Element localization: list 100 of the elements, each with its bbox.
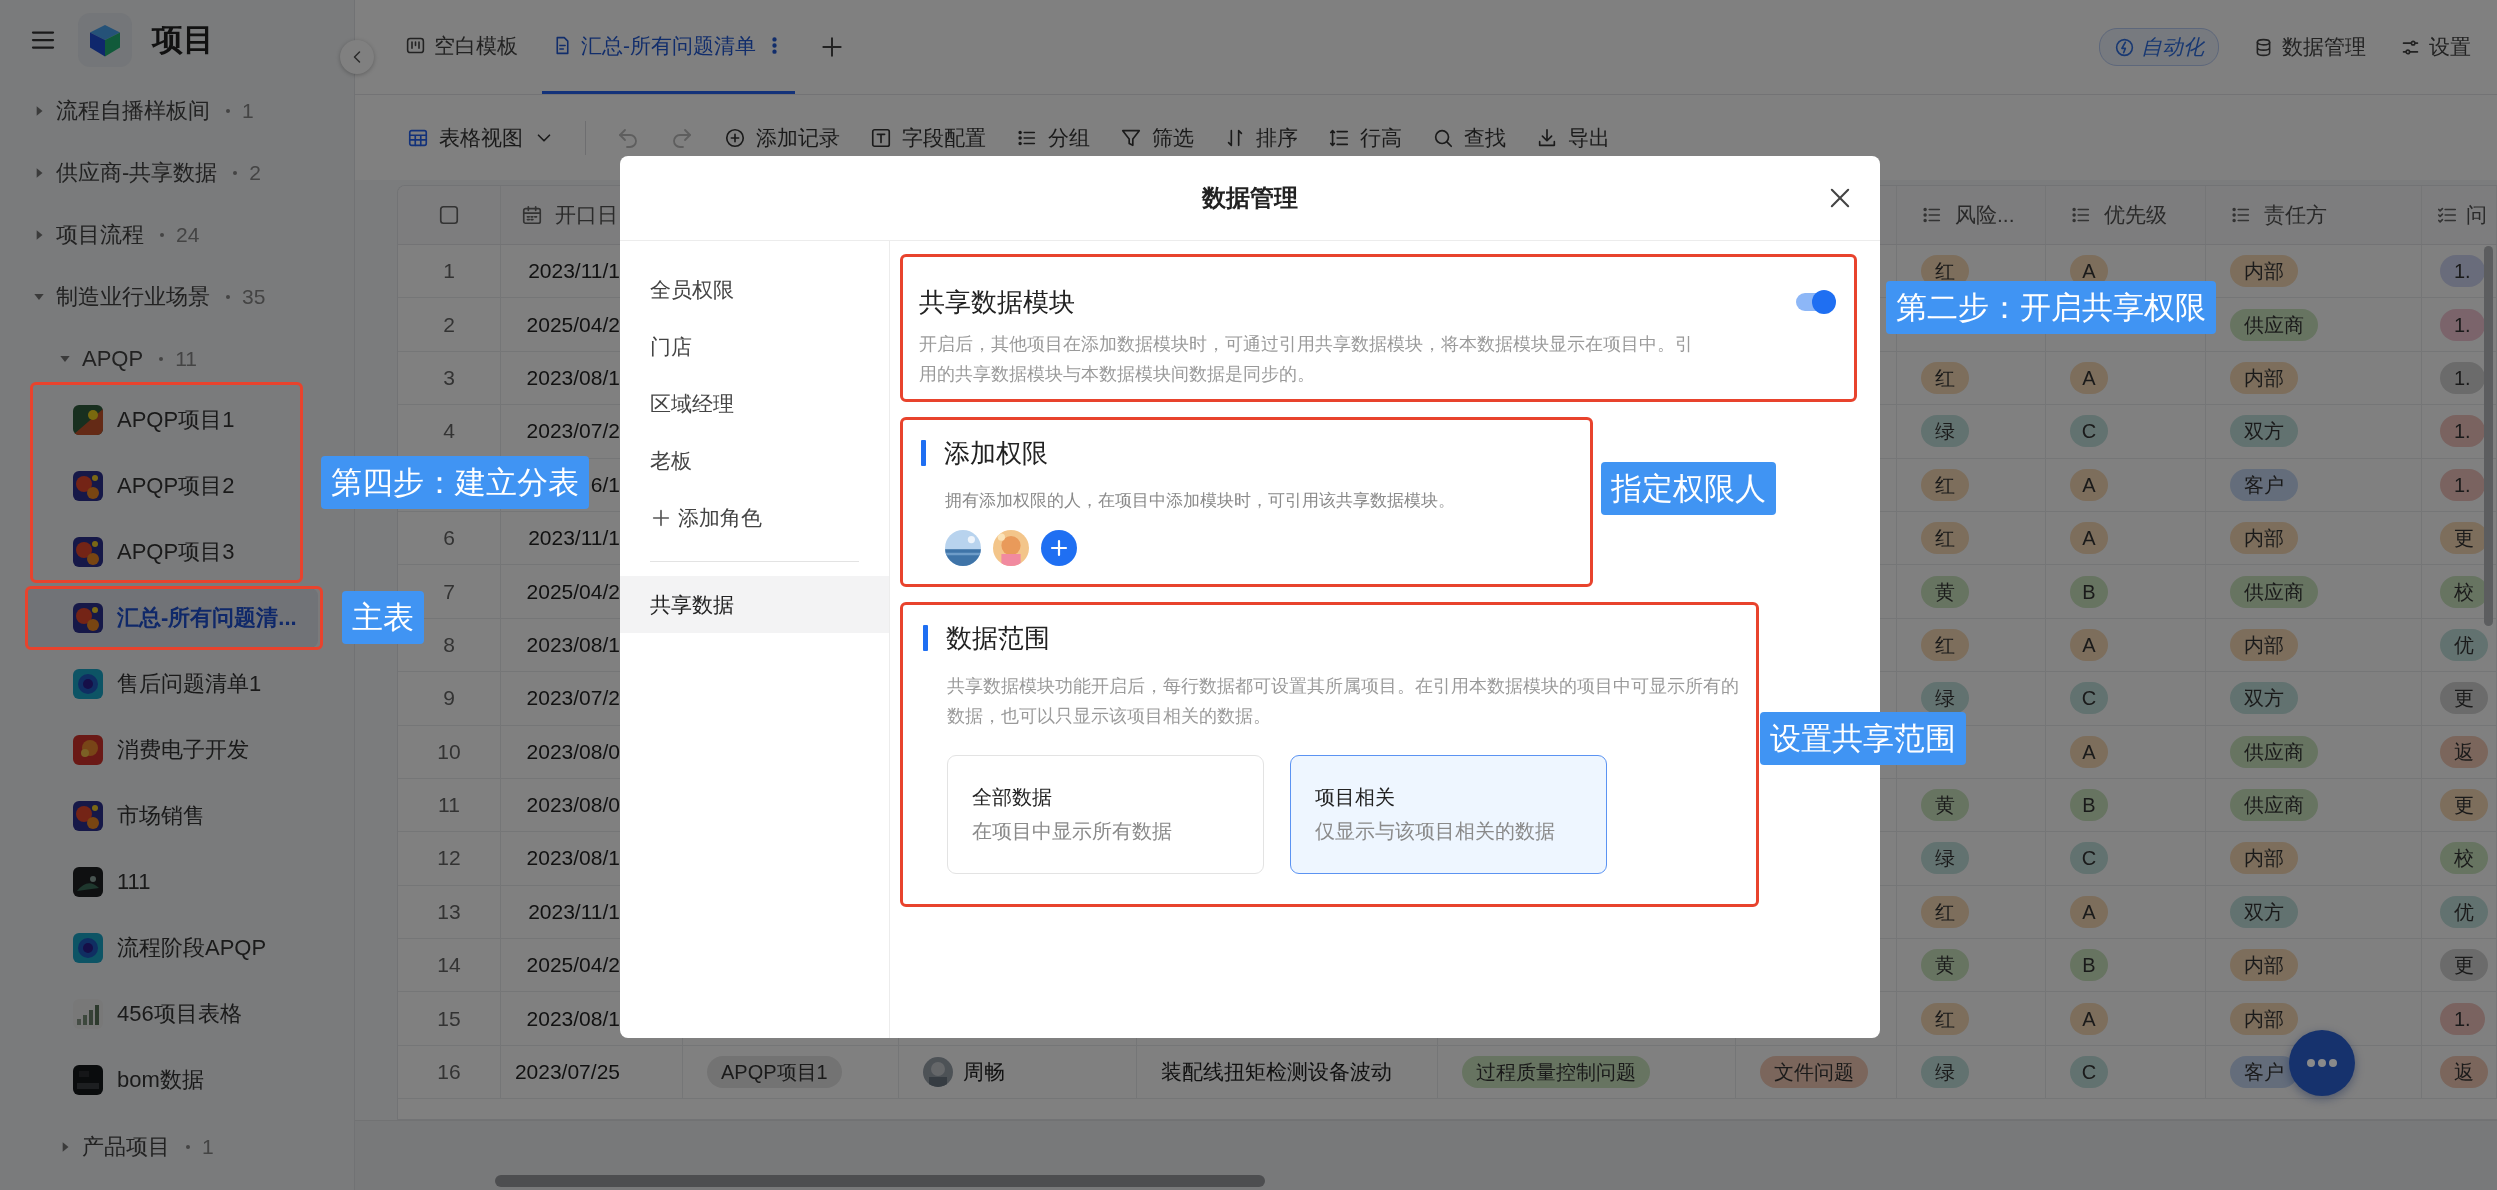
column-header[interactable]: 开口日 [555,201,618,229]
settings-button[interactable]: 设置 [2400,33,2471,61]
option-title: 全部数据 [972,785,1053,810]
priority-tag: C [2070,1056,2108,1089]
sidebar-item[interactable]: bom数据 [25,1050,318,1110]
priority-tag: A [2070,1002,2108,1035]
automation-button[interactable]: 自动化 [2099,28,2219,66]
risk-tag: 红 [1921,361,1969,394]
export-button[interactable]: 导出 [1536,123,1610,152]
folder-label[interactable]: 供应商-共享数据 [56,158,218,188]
option-card[interactable]: 全部数据 在项目中显示所有数据 [947,755,1264,874]
risk-tag: 黄 [1921,789,1969,822]
tab-label: 汇总-所有问题清单 [581,32,756,59]
sidebar-item[interactable]: APQP项目3 [25,522,318,582]
checkbox[interactable] [438,204,460,226]
sidebar-item[interactable]: 市场销售 [25,786,318,846]
owner-tag: 双方 [2230,895,2298,928]
text-box-icon [870,126,892,149]
column-header[interactable]: 责任方 [2264,201,2327,229]
risk-tag: 红 [1921,628,1969,661]
owner-tag: 内部 [2230,842,2298,875]
view-switcher[interactable]: 表格视图 [407,123,555,152]
search-button[interactable]: 查找 [1432,123,1506,152]
column-header[interactable]: 问 [2466,201,2487,229]
folder-label[interactable]: 项目流程 [56,220,144,250]
more-icon [2304,1056,2340,1070]
add-record-button[interactable]: 添加记录 [724,123,840,152]
scrollbar-thumb[interactable] [2484,246,2493,626]
issue-tag: 校 [2440,842,2488,875]
folder-label[interactable]: 制造业行业场景 [56,282,210,312]
owner-tag: 内部 [2230,1002,2298,1035]
tab[interactable]: 空白模板 [395,0,528,94]
issue-tag: 优 [2440,628,2488,661]
priority-tag: A [2070,895,2108,928]
row-number: 10 [437,739,461,764]
owner-tag: 供应商 [2230,575,2318,608]
bullet-icon [231,169,240,177]
row-number: 13 [437,899,461,924]
row-number: 11 [438,793,460,818]
folder-label[interactable]: 流程自播样板间 [56,96,210,126]
risk-tag: 绿 [1921,842,1969,875]
folder-label[interactable]: APQP [82,346,144,372]
sidebar-item[interactable]: 456项目表格 [25,984,318,1044]
add-member-button[interactable] [1041,530,1077,566]
column-header[interactable]: 风险... [1955,201,2015,229]
issue-tag: 1. [2440,308,2485,341]
issue-tag: 更 [2440,682,2488,715]
sidebar-item[interactable]: 售后问题清单1 [25,654,318,714]
section-description: 拥有添加权限的人，在项目中添加模块时，可引用该共享数据模块。 [945,490,1456,512]
sort-button[interactable]: 排序 [1224,123,1298,152]
calendar-icon [521,204,543,226]
project-tag: APQP项目1 [707,1056,842,1089]
priority-tag: A [2070,468,2108,501]
row-height-button[interactable]: 行高 [1328,123,1402,152]
column-header[interactable]: 优先级 [2104,201,2167,229]
risk-tag: 红 [1921,468,1969,501]
owner-tag: 内部 [2230,628,2298,661]
data-management-button[interactable]: 数据管理 [2253,33,2366,61]
row-number: 4 [443,419,455,444]
priority-tag: C [2070,682,2108,715]
row-number: 1 [443,259,455,284]
owner-tag: 供应商 [2230,308,2318,341]
sidebar-item[interactable]: 消费电子开发 [25,720,318,780]
bullet-icon [157,355,166,363]
row-number: 12 [437,846,461,871]
sidebar-item[interactable]: APQP项目2 [25,456,318,516]
owner-tag: 供应商 [2230,735,2318,768]
sidebar-item[interactable]: 汇总-所有问题清... [25,588,318,648]
nav-item[interactable]: 共享数据 [620,576,889,633]
owner-tag: 内部 [2230,255,2298,288]
plus-circle-icon [724,126,746,149]
section-title: 共享数据模块 [919,286,1075,319]
dialog-title: 数据管理 [1202,183,1298,213]
priority-tag: A [2070,522,2108,555]
issue-tag: 1. [2440,415,2485,448]
sidebar-item[interactable]: 流程阶段APQP [25,918,318,978]
group-button[interactable]: 分组 [1016,123,1090,152]
priority-tag: A [2070,628,2108,661]
callout-label: 第二步：开启共享权限 [1886,281,2216,334]
person-name: 周畅 [963,1059,1005,1086]
folder-label[interactable]: 产品项目 [82,1132,170,1162]
scrollbar-thumb[interactable] [495,1175,1265,1187]
issue-tag: 返 [2440,735,2488,768]
bullet-icon [224,293,232,301]
option-title: 项目相关 [1315,785,1396,810]
accent-bar [923,625,928,651]
issue-tag: 1. [2440,255,2485,288]
option-card[interactable]: 项目相关 仅显示与该项目相关的数据 [1290,755,1607,874]
sidebar-item[interactable]: 111 [25,852,318,912]
field-config-button[interactable]: 字段配置 [870,123,986,152]
priority-tag: C [2070,842,2108,875]
cube-logo-icon [78,13,132,67]
owner-tag: 内部 [2230,361,2298,394]
sidebar-item[interactable]: APQP项目1 [25,390,318,450]
filter-button[interactable]: 筛选 [1120,123,1194,152]
table-cell-text: 装配线扭矩检测设备波动 [1161,1059,1392,1086]
callout-label: 指定权限人 [1601,462,1776,515]
issue-tag: 优 [2440,895,2488,928]
row-number: 6 [443,526,455,551]
priority-tag: A [2070,361,2108,394]
